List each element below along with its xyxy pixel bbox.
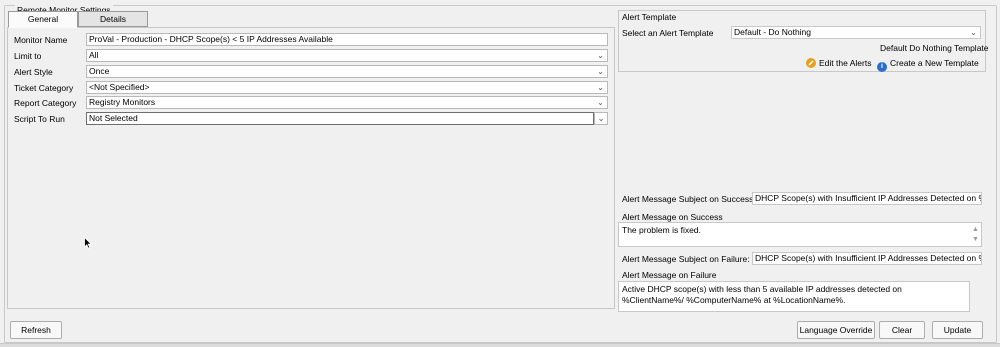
refresh-button[interactable]: Refresh bbox=[10, 321, 62, 339]
chevron-down-icon: ⌄ bbox=[597, 67, 604, 76]
info-icon: i bbox=[877, 62, 887, 72]
limit-to-label: Limit to bbox=[14, 51, 42, 61]
alert-style-select[interactable]: Once ⌄ bbox=[86, 65, 608, 78]
create-template-label: Create a New Template bbox=[890, 58, 979, 68]
chevron-down-icon: ⌄ bbox=[597, 51, 604, 60]
language-override-button[interactable]: Language Override bbox=[797, 321, 875, 339]
chevron-down-icon: ⌄ bbox=[597, 83, 604, 92]
alert-template-value: Default - Do Nothing bbox=[734, 27, 812, 37]
message-failure-value: Active DHCP scope(s) with less than 5 av… bbox=[622, 284, 902, 305]
message-success-value: The problem is fixed. bbox=[622, 225, 701, 235]
subject-failure-input[interactable]: DHCP Scope(s) with Insufficient IP Addre… bbox=[752, 252, 982, 265]
message-failure-label: Alert Message on Failure bbox=[622, 270, 717, 280]
chevron-down-icon[interactable]: ⌄ bbox=[594, 112, 608, 125]
create-template-button[interactable]: i Create a New Template bbox=[877, 57, 979, 72]
alert-template-select[interactable]: Default - Do Nothing ⌄ bbox=[731, 26, 981, 39]
subject-failure-label: Alert Message Subject on Failure: bbox=[622, 254, 750, 264]
script-to-run-select[interactable]: Not Selected bbox=[86, 112, 594, 125]
scroll-arrows[interactable]: ▲ ▼ bbox=[971, 225, 980, 245]
select-alert-template-label: Select an Alert Template bbox=[622, 28, 714, 38]
limit-to-value: All bbox=[89, 50, 99, 60]
tab-details[interactable]: Details bbox=[78, 11, 148, 27]
chevron-down-icon: ⌄ bbox=[970, 28, 977, 37]
script-to-run-label: Script To Run bbox=[14, 114, 65, 124]
subject-success-input[interactable]: DHCP Scope(s) with Insufficient IP Addre… bbox=[752, 192, 982, 205]
message-failure-textarea[interactable]: Active DHCP scope(s) with less than 5 av… bbox=[618, 281, 970, 312]
edit-alerts-label: Edit the Alerts bbox=[819, 58, 872, 68]
edit-alerts-button[interactable]: Edit the Alerts bbox=[806, 57, 871, 69]
monitor-name-label: Monitor Name bbox=[14, 35, 68, 45]
ticket-category-value: <Not Specified> bbox=[89, 82, 150, 92]
ticket-category-select[interactable]: <Not Specified> ⌄ bbox=[86, 81, 608, 94]
mouse-pointer-icon bbox=[84, 236, 93, 251]
report-category-value: Registry Monitors bbox=[89, 97, 156, 107]
tab-general[interactable]: General bbox=[8, 11, 78, 28]
template-description: Default Do Nothing Template bbox=[880, 43, 989, 53]
monitor-name-input[interactable]: ProVal - Production - DHCP Scope(s) < 5 … bbox=[86, 33, 608, 46]
script-to-run-value: Not Selected bbox=[89, 113, 138, 123]
subject-success-label: Alert Message Subject on Success: bbox=[622, 194, 756, 204]
bottom-border bbox=[0, 343, 1000, 347]
edit-pencil-icon bbox=[806, 58, 816, 68]
limit-to-select[interactable]: All ⌄ bbox=[86, 49, 608, 62]
alert-style-value: Once bbox=[89, 66, 110, 76]
chevron-down-icon: ⌄ bbox=[597, 98, 604, 107]
report-category-label: Report Category bbox=[14, 98, 77, 108]
alert-style-label: Alert Style bbox=[14, 67, 53, 77]
message-success-textarea[interactable]: The problem is fixed. ▲ ▼ bbox=[618, 222, 982, 247]
update-button[interactable]: Update bbox=[932, 321, 983, 339]
alert-template-title: Alert Template bbox=[622, 12, 677, 22]
ticket-category-label: Ticket Category bbox=[14, 83, 74, 93]
report-category-select[interactable]: Registry Monitors ⌄ bbox=[86, 96, 608, 109]
clear-button[interactable]: Clear bbox=[879, 321, 925, 339]
